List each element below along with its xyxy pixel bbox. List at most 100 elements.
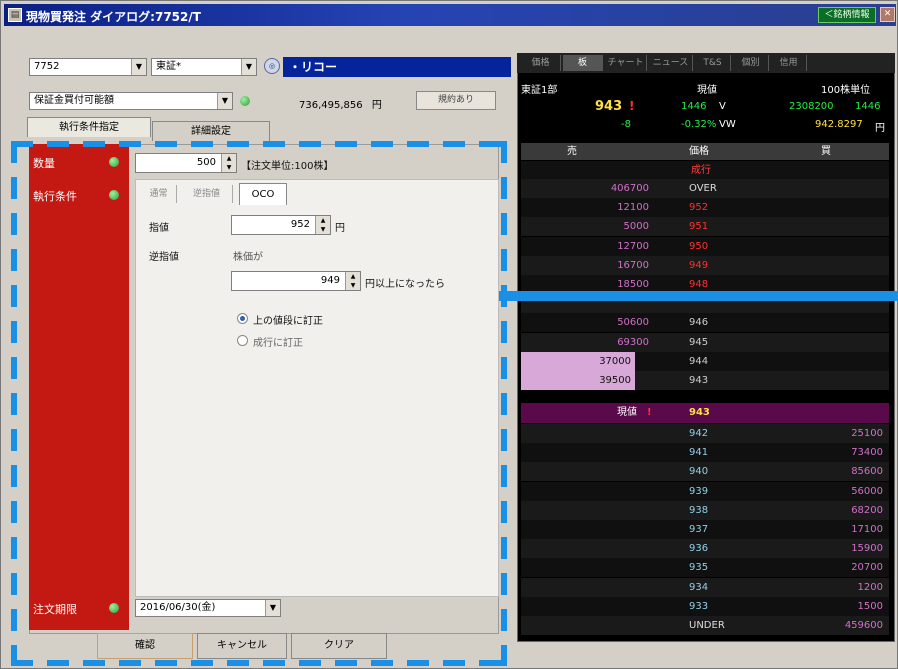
ask-qty: 37000	[521, 351, 635, 371]
bid-row[interactable]: 935 20700	[521, 558, 889, 578]
ask-row[interactable]: 50600 946	[521, 313, 889, 333]
confirm-button[interactable]: 確認	[97, 633, 193, 659]
bid-qty: 56000	[851, 485, 883, 497]
stock-code-combo[interactable]: 7752 ▼	[29, 58, 147, 76]
ask-row[interactable]: 12700 950	[521, 236, 889, 256]
stock-name-display: ・リコー	[283, 57, 511, 77]
stop-price-stepper[interactable]: 949 ▲ ▼	[231, 271, 361, 291]
volume-label: V	[719, 101, 726, 112]
board-tab-individual[interactable]: 個別	[733, 55, 769, 71]
current-price-label: 現値	[617, 407, 637, 418]
tab-exec-conditions[interactable]: 執行条件指定	[27, 117, 151, 137]
board-tabs: 価格 板 チャート ニュース T&S 個別 信用	[517, 53, 895, 73]
bid-qty: 73400	[851, 447, 883, 459]
board-tab-news[interactable]: ニュース	[649, 55, 693, 71]
ask-row[interactable]: 37000 944	[521, 351, 889, 371]
highlight-right	[501, 141, 507, 666]
ask-qty: 12700	[617, 240, 649, 252]
bid-row[interactable]: 933 1500	[521, 596, 889, 616]
close-icon[interactable]: ✕	[880, 7, 895, 22]
buying-power-value: 736,495,856	[299, 100, 363, 111]
bid-row[interactable]: 934 1200	[521, 577, 889, 597]
ask-price: 951	[689, 221, 709, 233]
bid-row[interactable]: UNDER 459600	[521, 616, 889, 635]
market-combo[interactable]: 東証* ▼	[151, 58, 257, 76]
bid-price: 938	[689, 504, 709, 516]
subtab-stop[interactable]: 逆指値	[181, 185, 233, 203]
bid-row[interactable]: 938 68200	[521, 500, 889, 520]
qty-stepper[interactable]: 500 ▲ ▼	[135, 153, 237, 173]
radio-market-order[interactable]	[237, 335, 248, 346]
ask-price: 944	[689, 355, 709, 367]
volume-time: 1446	[855, 101, 881, 112]
radio-correct-price[interactable]	[237, 313, 248, 324]
board-tab-chart[interactable]: チャート	[605, 55, 647, 71]
expiry-label: 注文期限	[33, 603, 77, 616]
info-icon	[109, 190, 119, 200]
volume-value: 2308200	[789, 101, 834, 112]
ask-qty: 50600	[617, 317, 649, 329]
subtab-normal[interactable]: 通常	[141, 185, 177, 203]
board-tab-book[interactable]: 板	[563, 55, 603, 71]
bid-price: 940	[689, 466, 709, 478]
chevron-down-icon[interactable]: ▼	[217, 93, 232, 109]
board-tab-ts[interactable]: T&S	[695, 55, 731, 71]
button-bar: 確認 キャンセル クリア	[97, 633, 397, 659]
expiry-value: 2016/06/30(金)	[140, 602, 216, 613]
bid-row[interactable]: 940 85600	[521, 462, 889, 482]
info-icon	[240, 96, 250, 106]
price-down-mark: !	[629, 99, 635, 113]
clear-button[interactable]: クリア	[291, 633, 387, 659]
board-tab-price[interactable]: 価格	[521, 55, 561, 71]
bid-qty: 20700	[851, 562, 883, 574]
ask-price: 946	[689, 317, 709, 329]
ask-price: 950	[689, 240, 709, 252]
ask-qty: 12100	[617, 202, 649, 214]
bid-qty: 1500	[857, 600, 883, 612]
stock-info-button[interactable]: ＜銘柄情報	[818, 7, 876, 23]
chevron-down-icon[interactable]: ▼	[131, 59, 146, 75]
bid-price: 934	[689, 581, 709, 593]
ask-qty: 406700	[610, 183, 649, 194]
market-order-row: 成行	[521, 161, 889, 180]
ask-price: OVER	[689, 183, 717, 194]
price-change-pct: -0.32%	[681, 119, 717, 130]
tax-button[interactable]: 規約あり	[416, 91, 496, 110]
ask-row[interactable]: 39500 943	[521, 371, 889, 390]
board-tab-margin[interactable]: 信用	[771, 55, 807, 71]
stepper-arrows-icon[interactable]: ▲ ▼	[221, 154, 236, 172]
ask-row[interactable]: 5000 951	[521, 217, 889, 237]
ask-row[interactable]: 406700 OVER	[521, 179, 889, 198]
limit-price-stepper[interactable]: 952 ▲ ▼	[231, 215, 331, 235]
expiry-combo[interactable]: 2016/06/30(金) ▼	[135, 599, 281, 617]
ask-row[interactable]: 12100 952	[521, 198, 889, 218]
cancel-button[interactable]: キャンセル	[197, 633, 287, 659]
bid-row[interactable]: 939 56000	[521, 481, 889, 501]
highlight-bottom	[11, 660, 507, 666]
bid-row[interactable]: 937 17100	[521, 520, 889, 539]
account-value: 保証金買付可能額	[34, 95, 114, 106]
chevron-down-icon[interactable]: ▼	[265, 600, 280, 616]
bid-qty: 68200	[851, 504, 883, 516]
chevron-down-icon[interactable]: ▼	[241, 59, 256, 75]
search-icon[interactable]: ◎	[264, 58, 280, 74]
ask-row[interactable]: 69300 945	[521, 332, 889, 352]
window-title: 現物買発注 ダイアログ:7752/T	[26, 10, 201, 24]
subtab-oco[interactable]: OCO	[239, 183, 287, 205]
col-price: 価格	[689, 146, 709, 157]
ask-qty: 39500	[521, 371, 635, 390]
tab-detail-settings[interactable]: 詳細設定	[152, 121, 270, 141]
bid-row[interactable]: 942 25100	[521, 424, 889, 443]
exec-label: 執行条件	[33, 190, 77, 203]
vwap-unit: 円	[875, 123, 885, 134]
bid-row[interactable]: 941 73400	[521, 443, 889, 463]
account-combo[interactable]: 保証金買付可能額 ▼	[29, 92, 233, 110]
ask-row[interactable]: 16700 949	[521, 255, 889, 275]
stepper-arrows-icon[interactable]: ▲ ▼	[345, 272, 360, 290]
ask-price: 949	[689, 259, 709, 271]
bid-row[interactable]: 936 15900	[521, 539, 889, 559]
vwap-value: 942.8297	[815, 119, 863, 130]
ask-qty: 5000	[623, 221, 649, 233]
bid-qty: 15900	[851, 543, 883, 555]
stepper-arrows-icon[interactable]: ▲ ▼	[315, 216, 330, 234]
